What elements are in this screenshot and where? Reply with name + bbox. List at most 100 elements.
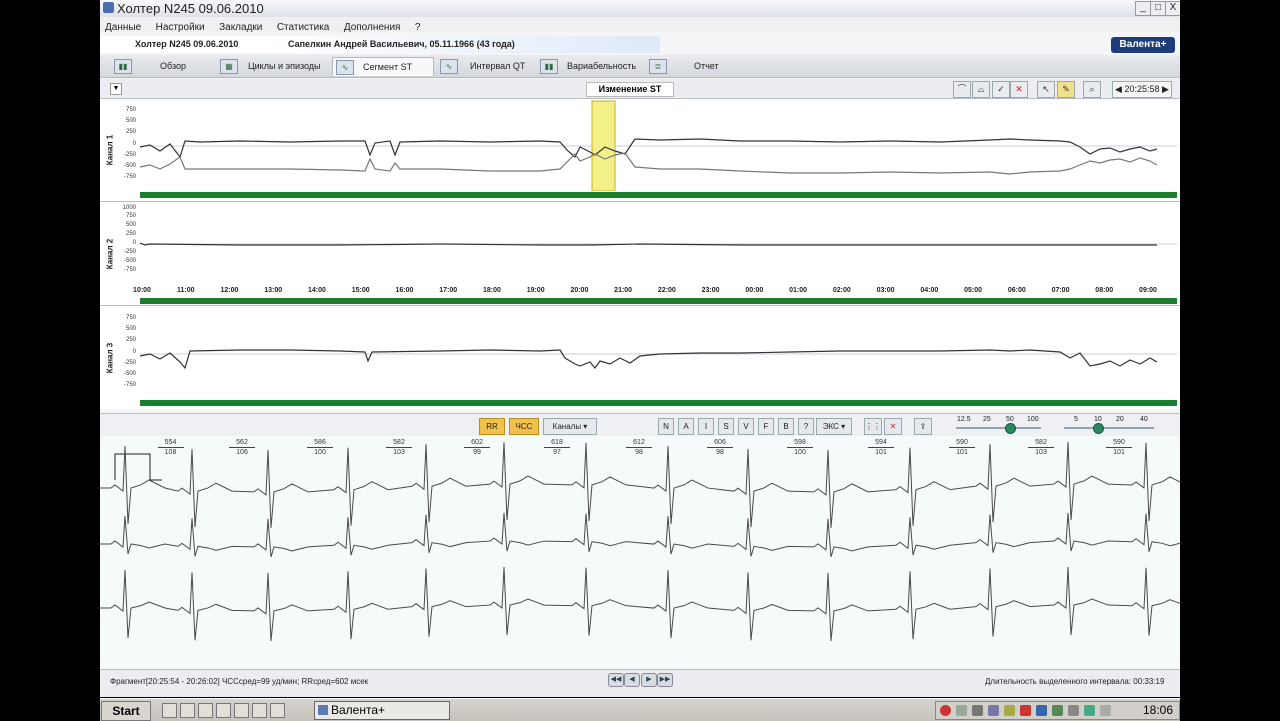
ecg-lead-1 (100, 442, 1180, 528)
channel-2-label: Канал 2 (105, 238, 115, 269)
trend-zoom-icon[interactable]: ⌓ (972, 81, 990, 98)
tray-icon[interactable] (988, 705, 999, 716)
tray-icon[interactable] (1020, 705, 1031, 716)
time-tick: 12:00 (220, 287, 239, 294)
amp-slider-knob[interactable] (1093, 423, 1104, 434)
tray-icon[interactable] (1052, 705, 1063, 716)
speed-slider-knob[interactable] (1005, 423, 1016, 434)
close-button[interactable]: X (1165, 1, 1180, 16)
channel-1-plot[interactable] (140, 99, 1177, 191)
y-tick: 750 (125, 315, 136, 321)
y-tick: 750 (125, 107, 136, 113)
start-button[interactable]: Start (101, 701, 151, 721)
rewind-icon[interactable]: ◀◀ (608, 673, 624, 687)
pacemaker-dropdown[interactable]: ЭКС ▾ (816, 418, 852, 435)
play-icon[interactable]: ▶ (641, 673, 657, 687)
beat-b-button[interactable]: B (778, 418, 794, 435)
quicklaunch-icon[interactable] (234, 703, 249, 718)
selection-highlight[interactable] (591, 100, 616, 191)
menu-help[interactable]: ? (410, 21, 426, 34)
st-trend-line-lower (140, 152, 1158, 175)
export-icon[interactable]: ⇪ (914, 418, 932, 435)
tab-qt-interval[interactable]: ∿ Интервал QT (440, 57, 540, 75)
menu-statistics[interactable]: Статистика (272, 21, 335, 34)
hr-toggle-button[interactable]: ЧСС (509, 418, 539, 435)
tab-variability[interactable]: ▮▮ Вариабельность (540, 57, 640, 75)
tab-overview[interactable]: ▮▮ Обзор (114, 57, 224, 75)
y-tick: 500 (125, 326, 136, 332)
tray-icon[interactable] (1100, 705, 1111, 716)
ecg-waveform[interactable] (100, 436, 1180, 669)
channel-2-plot[interactable] (140, 202, 1177, 282)
bar-chart-icon: ▮▮ (114, 59, 132, 74)
ecg-strip[interactable]: 554 108 562 106 586 100 582 103 602 99 618 97 612 98 6… (100, 436, 1180, 669)
tab-cycles[interactable]: ▦ Циклы и эпизоды (220, 57, 330, 75)
tab-label: Вариабельность (567, 61, 637, 71)
menu-bookmarks[interactable]: Закладки (214, 21, 267, 34)
tab-st-segment[interactable]: ∿ Сегмент ST (332, 57, 434, 76)
tray-icon[interactable] (1084, 705, 1095, 716)
tray-icon[interactable] (940, 705, 951, 716)
delete-marker-icon[interactable]: ✕ (1010, 81, 1028, 98)
selected-interval-duration: Длительность выделенного интервала: 00:3… (985, 677, 1165, 686)
pointer-icon[interactable]: ↖ (1037, 81, 1055, 98)
quicklaunch-icon[interactable] (162, 703, 177, 718)
channel-3-plot[interactable] (140, 306, 1177, 398)
quicklaunch-icon[interactable] (252, 703, 267, 718)
tray-icon[interactable] (1004, 705, 1015, 716)
minimize-button[interactable]: _ (1135, 1, 1151, 16)
record-id: Холтер N245 09.06.2010 (135, 39, 239, 49)
search-icon[interactable]: ⌕ (1083, 81, 1101, 98)
marker-icon[interactable]: ✓ (992, 81, 1010, 98)
beat-unknown-button[interactable]: ? (798, 418, 814, 435)
beat-s-button[interactable]: S (718, 418, 734, 435)
y-tick: 0 (132, 349, 136, 355)
speed-tick: 25 (983, 416, 991, 423)
tray-icon[interactable] (1068, 705, 1079, 716)
channels-dropdown[interactable]: Каналы ▾ (543, 418, 597, 435)
tray-icon[interactable] (956, 705, 967, 716)
rr-toggle-button[interactable]: RR (479, 418, 505, 435)
y-tick: 750 (125, 213, 136, 219)
menu-extras[interactable]: Дополнения (339, 21, 406, 34)
beat-a-button[interactable]: A (678, 418, 694, 435)
tab-label: Отчет (694, 61, 719, 71)
amp-tick: 40 (1140, 416, 1148, 423)
highlight-icon[interactable]: ✎ (1057, 81, 1075, 98)
quicklaunch-icon[interactable] (270, 703, 285, 718)
st-trend-line-upper (140, 138, 1158, 159)
trend-view-icon[interactable]: ⌒ (953, 81, 971, 98)
tray-icon[interactable] (972, 705, 983, 716)
beat-v-button[interactable]: V (738, 418, 754, 435)
quicklaunch-icon[interactable] (180, 703, 195, 718)
collapse-icon[interactable]: ▼ (110, 83, 122, 95)
ecg-toolbar: RR ЧСС Каналы ▾ N A I S V F B ? ЭКС ▾ ⋮⋮… (100, 413, 1180, 437)
y-tick: 500 (125, 118, 136, 124)
y-tick: 0 (132, 240, 136, 246)
tab-report[interactable]: ≣ Отчет (649, 57, 729, 75)
menu-data[interactable]: Данные (100, 21, 146, 34)
y-tick: -750 (123, 174, 136, 180)
channels-label: Каналы (552, 422, 582, 431)
fast-forward-icon[interactable]: ▶▶ (657, 673, 673, 687)
quicklaunch-icon[interactable] (198, 703, 213, 718)
tray-icon[interactable] (1036, 705, 1047, 716)
time-navigator[interactable]: ◀ 20:25:58 ▶ (1112, 81, 1172, 98)
y-tick: 0 (132, 141, 136, 147)
beat-f-button[interactable]: F (758, 418, 774, 435)
step-back-icon[interactable]: ◀ (624, 673, 640, 687)
time-tick: 11:00 (176, 287, 195, 294)
delete-icon[interactable]: ✕ (884, 418, 902, 435)
menu-bar: Данные Настройки Закладки Статистика Доп… (100, 17, 1180, 34)
taskbar: Start Валента+ 18:06 (100, 698, 1180, 721)
quicklaunch-icon[interactable] (216, 703, 231, 718)
current-time: 20:25:58 (1124, 84, 1160, 94)
beat-n-button[interactable]: N (658, 418, 674, 435)
grid-icon[interactable]: ⋮⋮ (864, 418, 882, 435)
time-tick: 13:00 (264, 287, 283, 294)
taskbar-item-valenta[interactable]: Валента+ (314, 701, 450, 720)
maximize-button[interactable]: □ (1150, 1, 1166, 16)
beat-i-button[interactable]: I (698, 418, 714, 435)
channel-3-label: Канал 3 (105, 342, 115, 373)
menu-settings[interactable]: Настройки (151, 21, 210, 34)
